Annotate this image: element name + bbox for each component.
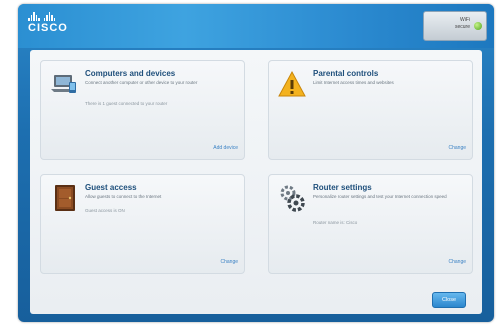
card-status: Guest access is ON: [85, 208, 125, 213]
cisco-logo: CISCO: [28, 12, 68, 34]
card-computers-devices[interactable]: Computers and devices Connect another co…: [40, 60, 245, 160]
app-window: CISCO WiFi secure Computers and devices …: [18, 4, 494, 322]
parental-change-link[interactable]: Change: [448, 145, 466, 151]
card-title: Router settings: [313, 183, 372, 192]
gears-icon: [280, 185, 305, 212]
status-indicator[interactable]: WiFi secure: [423, 11, 487, 41]
card-description: Connect another computer or other device…: [85, 80, 198, 85]
brand-name: CISCO: [28, 22, 68, 34]
header-bar: CISCO WiFi secure: [18, 4, 494, 48]
card-description: Allow guests to connect to the Internet: [85, 194, 162, 199]
add-device-link[interactable]: Add device: [213, 145, 238, 151]
cisco-logo-bars-icon: [28, 12, 68, 21]
status-text: WiFi secure: [455, 17, 470, 31]
card-description: Personalize router settings and test you…: [313, 194, 447, 199]
card-title: Computers and devices: [85, 69, 176, 78]
guest-change-link[interactable]: Change: [220, 259, 238, 265]
card-router-settings[interactable]: Router settings Personalize router setti…: [268, 174, 473, 274]
door-icon: [55, 185, 75, 211]
warning-icon: [278, 70, 306, 97]
card-parental-controls[interactable]: Parental controls Limit Internet access …: [268, 60, 473, 160]
card-status: Router name is: Cisco: [313, 220, 358, 225]
laptop-icon: [51, 75, 76, 93]
card-description: Limit Internet access times and websites: [313, 80, 394, 85]
router-change-link[interactable]: Change: [448, 259, 466, 265]
close-button[interactable]: Close: [432, 292, 466, 308]
status-line2: secure: [454, 24, 470, 30]
card-guest-access[interactable]: Guest access Allow guests to connect to …: [40, 174, 245, 274]
card-status: There is 1 guest connected to your route…: [85, 101, 168, 106]
status-dot-icon: [474, 22, 482, 30]
main-panel: Computers and devices Connect another co…: [30, 50, 482, 314]
card-title: Guest access: [85, 183, 137, 192]
card-title: Parental controls: [313, 69, 379, 78]
status-line1: WiFi: [460, 17, 470, 23]
